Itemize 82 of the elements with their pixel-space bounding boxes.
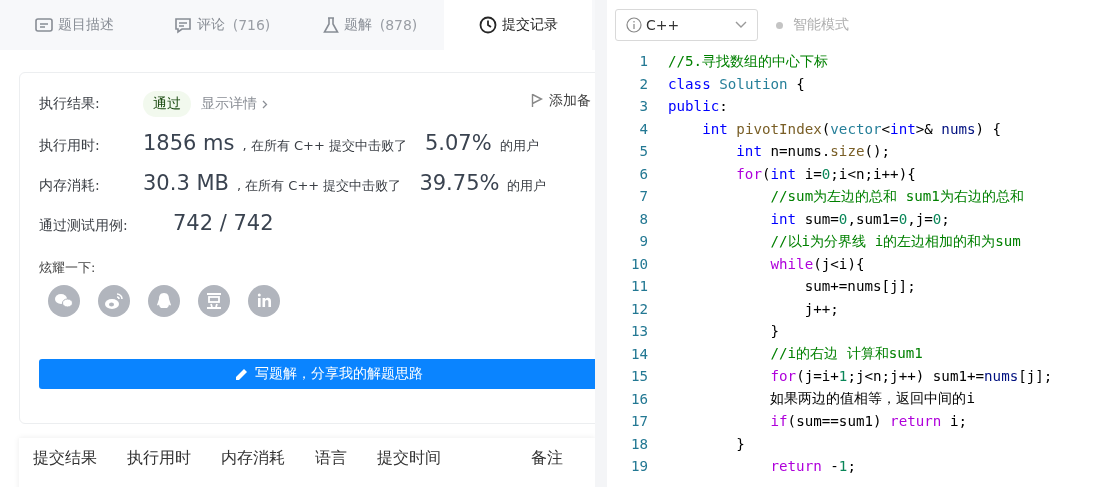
write-solution-button[interactable]: 写题解，分享我的解题思路	[39, 359, 595, 389]
line-number: 7	[638, 188, 648, 205]
code-line: }	[769, 323, 780, 340]
code-line: for(int i=0;i<n;i++){	[735, 165, 916, 182]
pencil-icon	[235, 367, 249, 381]
line-number: 10	[629, 255, 648, 272]
code-line: //i的右边 计算和sum1	[769, 344, 923, 364]
tab[interactable]: 题目描述	[0, 0, 148, 50]
line-number: 1	[638, 53, 648, 70]
stat-label: 内存消耗:	[39, 177, 101, 195]
flag-icon	[531, 93, 543, 108]
details-link[interactable]: 显示详情	[201, 95, 268, 113]
code-line: 如果两边的值相等，返回中间的i	[769, 389, 976, 409]
code-line: j++;	[803, 300, 839, 317]
code-line: for(j=i+1;j<n;j++) sum1+=nums[j];	[769, 368, 1053, 385]
code-line: int sum=0,sum1=0,j=0;	[769, 210, 950, 227]
code-line: class Solution {	[668, 75, 805, 92]
line-number: 3	[638, 98, 648, 115]
code-line: //5.寻找数组的中心下标	[668, 51, 829, 71]
code-line: while(j<i){	[769, 255, 865, 272]
code-line: return -1;	[769, 458, 856, 475]
line-number: 17	[629, 413, 648, 430]
stat-suffix: 的用户	[507, 177, 547, 195]
linkedin-icon[interactable]	[248, 285, 280, 317]
line-number: 12	[629, 300, 648, 317]
column-header: 内存消耗	[221, 448, 285, 469]
stat-value: 30.3 MB	[143, 171, 229, 195]
line-number: 13	[629, 323, 648, 340]
stat-suffix: 的用户	[499, 137, 539, 155]
line-number: 16	[629, 390, 648, 407]
code-line: //以i为分界线 i的左边相加的和为sum	[769, 231, 1021, 251]
stat-text: , 在所有 C++ 提交中击败了	[242, 137, 407, 155]
tab[interactable]: 题解 (878)	[296, 0, 444, 50]
stat-value: 1856 ms	[143, 131, 235, 155]
language-select[interactable]: C++	[615, 9, 758, 41]
flask-icon	[322, 16, 339, 34]
code-line: }	[735, 435, 745, 452]
line-number: 9	[638, 233, 648, 250]
comment-icon	[173, 16, 192, 34]
line-number: 11	[629, 278, 648, 295]
info-icon	[626, 17, 642, 33]
column-header: 备注	[531, 448, 563, 469]
line-number: 8	[638, 210, 648, 227]
line-number: 15	[629, 368, 648, 385]
document-icon	[34, 17, 53, 33]
line-number: 4	[638, 120, 648, 137]
column-header: 提交结果	[33, 448, 97, 469]
stat-text: , 在所有 C++ 提交中击败了	[236, 177, 402, 195]
douban-icon[interactable]	[198, 285, 230, 317]
column-header: 提交时间	[377, 448, 441, 469]
line-number: 5	[638, 143, 648, 160]
smart-mode-toggle[interactable]: 智能模式	[776, 16, 849, 34]
code-line: int pivotIndex(vector<int>& nums) {	[701, 120, 1002, 137]
weibo-icon[interactable]	[98, 285, 130, 317]
line-number: 19	[629, 458, 648, 475]
percent-value: 39.75%	[419, 171, 500, 195]
tests-label: 通过测试用例:	[39, 217, 125, 235]
clock-icon	[478, 16, 497, 34]
column-header: 执行用时	[127, 448, 191, 469]
tests-value: 742 / 742	[173, 211, 274, 235]
line-number: 14	[629, 345, 648, 362]
code-line: if(sum==sum1) return i;	[769, 413, 967, 430]
tab[interactable]: 提交记录	[444, 0, 592, 50]
penguin-icon[interactable]	[148, 285, 180, 317]
percent-value: 5.07%	[424, 131, 492, 155]
result-label: 执行结果:	[39, 95, 101, 113]
share-label: 炫耀一下:	[39, 259, 97, 277]
code-line: public:	[668, 98, 728, 115]
chevron-down-icon	[735, 21, 747, 29]
tab[interactable]: 评论 (716)	[148, 0, 296, 50]
line-number: 18	[629, 435, 648, 452]
code-line: //sum为左边的总和 sum1为右边的总和	[769, 186, 1024, 206]
chevron-right-icon	[262, 99, 268, 109]
code-line: int n=nums.size();	[735, 143, 891, 160]
line-number: 6	[638, 165, 648, 182]
status-badge: 通过	[143, 91, 191, 117]
add-note-button[interactable]: 添加备	[531, 91, 591, 110]
column-header: 语言	[315, 448, 347, 469]
code-line: sum+=nums[j];	[803, 278, 916, 295]
wechat-icon[interactable]	[48, 285, 80, 317]
line-number: 2	[638, 75, 648, 92]
stat-label: 执行用时:	[39, 137, 101, 155]
